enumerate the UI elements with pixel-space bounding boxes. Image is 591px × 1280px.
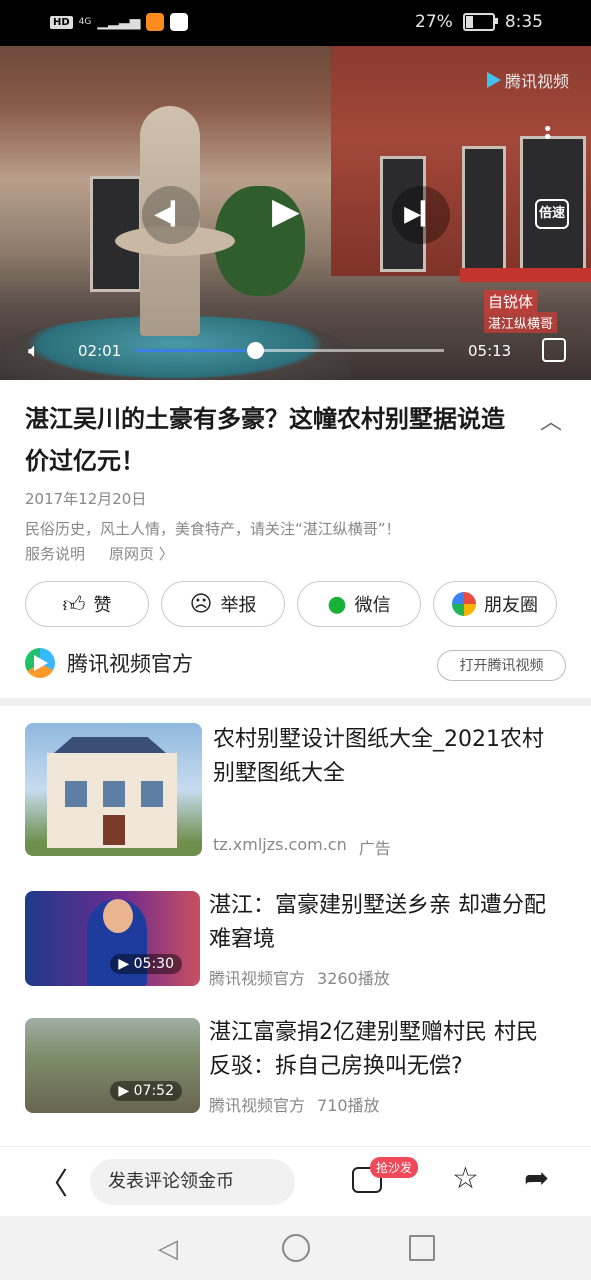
thumbs-up-icon: 👍︎ — [62, 592, 86, 618]
feed-item-title: 湛江富豪捐2亿建别墅赠村民 村民反驳：拆自己房换叫无偿? — [209, 1020, 538, 1079]
thumbnail-window — [141, 781, 163, 807]
info-links: 服务说明 原网页 〉 — [25, 543, 174, 564]
video-duration: ▶ 07:52 — [110, 1081, 182, 1101]
open-app-button[interactable]: 打开腾讯视频 — [437, 650, 566, 681]
fullscreen-icon[interactable] — [542, 338, 566, 362]
publish-date: 2017年12月20日 — [25, 490, 147, 508]
like-button[interactable]: 👍︎ 赞 — [25, 581, 149, 627]
wechat-share-button[interactable]: ● 微信 — [297, 581, 421, 627]
tencent-video-logo-icon — [25, 648, 55, 678]
feed-item-meta: tz.xmljzs.com.cn 广告 — [213, 835, 391, 859]
source-page-link[interactable]: 原网页 〉 — [109, 543, 174, 564]
current-time: 02:01 — [78, 342, 122, 360]
play-icon[interactable]: ▶ — [272, 191, 300, 232]
share-icon[interactable]: ➦ — [524, 1161, 549, 1196]
status-bar: HD 4G ▁▂▃▅ 27% 8:35 — [0, 0, 591, 46]
feed-item-video[interactable]: ▶ 05:30 湛江：富豪建别墅送乡亲 却遭分配难窘境 腾讯视频官方 3260播… — [25, 891, 566, 991]
like-label: 赞 — [93, 595, 112, 616]
video-logo: 腾讯视频 — [486, 68, 569, 92]
video-frame-carpet — [460, 268, 591, 282]
sofa-badge: 抢沙发 — [370, 1157, 419, 1178]
section-divider — [0, 698, 591, 706]
volume-icon[interactable]: 🔈︎ — [28, 338, 40, 362]
feed-item-plays: 3260播放 — [317, 969, 390, 988]
service-link[interactable]: 服务说明 — [25, 543, 85, 564]
nav-back-icon[interactable]: ◁ — [158, 1234, 178, 1264]
chevron-up-icon[interactable]: ︿ — [540, 404, 562, 436]
report-button[interactable]: ☹ 举报 — [161, 581, 285, 627]
bottom-toolbar: 〈 发表评论领金币 抢沙发 ☆ ➦ — [0, 1146, 591, 1217]
feed-item-source: 腾讯视频官方 — [209, 969, 306, 988]
report-label: 举报 — [220, 595, 257, 616]
channel-name: 腾讯视频官方 — [67, 652, 193, 676]
playback-speed-button[interactable]: 倍速 — [535, 199, 569, 229]
video-frame-door — [462, 146, 506, 272]
feed-item-source: 腾讯视频官方 — [209, 1096, 306, 1115]
feed-item-plays: 710播放 — [317, 1096, 380, 1115]
moments-label: 朋友圈 — [484, 595, 538, 616]
hd-indicator: HD — [50, 15, 73, 29]
thumbnail-window — [103, 781, 125, 807]
clock: 8:35 — [504, 12, 543, 32]
video-watermark: 自锐体 — [484, 290, 538, 313]
video-duration: ▶ 05:30 — [110, 954, 182, 974]
ad-tag: 广告 — [358, 839, 391, 858]
signal-indicator: 4G — [78, 16, 92, 27]
video-thumbnail: ▶ 05:30 — [25, 891, 200, 986]
total-time: 05:13 — [468, 342, 512, 360]
more-options-icon[interactable]: • • — [542, 121, 553, 147]
duration-text: 05:30 — [133, 956, 174, 972]
video-description: 民俗历史，风土人情，美食特产，请关注“湛江纵横哥”！ — [25, 520, 401, 538]
progress-fill — [136, 349, 256, 352]
ad-thumbnail — [25, 723, 202, 856]
comment-input[interactable]: 发表评论领金币 — [90, 1159, 295, 1205]
rewind-icon[interactable]: ◀▎ — [142, 186, 200, 244]
feed-item-title: 农村别墅设计图纸大全_2021农村别墅图纸大全 — [213, 727, 544, 786]
thumbnail-door — [103, 815, 125, 845]
battery-percent: 27% — [415, 12, 453, 32]
wechat-icon: ● — [327, 591, 347, 617]
video-watermark-channel: 湛江纵横哥 — [484, 312, 558, 333]
moments-share-button[interactable]: 朋友圈 — [433, 581, 557, 627]
video-title: 湛江吴川的土豪有多豪？这幢农村别墅据说造价过亿元！ — [25, 405, 505, 475]
report-icon: ☹ — [189, 591, 213, 617]
app-notification-icon-2 — [170, 13, 189, 31]
feed-item-ad[interactable]: 农村别墅设计图纸大全_2021农村别墅图纸大全 tz.xmljzs.com.cn… — [25, 723, 566, 858]
thumbnail-window — [65, 781, 87, 807]
signal-bars-icon: ▁▂▃▅ — [97, 14, 141, 30]
ad-domain: tz.xmljzs.com.cn — [213, 835, 347, 854]
next-video-icon[interactable]: ▶▎ — [392, 186, 450, 244]
video-player[interactable]: 腾讯视频 • • ◀▎ ▶ ▶▎ 倍速 自锐体 湛江纵横哥 🔈︎ 02:01 05… — [0, 46, 591, 380]
channel-row[interactable]: 腾讯视频官方 — [25, 648, 193, 678]
action-buttons: 👍︎ 赞 ☹ 举报 ● 微信 朋友圈 — [25, 581, 557, 627]
progress-bar[interactable] — [136, 342, 444, 359]
back-icon[interactable]: 〈 — [38, 1159, 68, 1203]
tencent-video-icon — [486, 72, 501, 88]
system-nav-bar: ◁ — [0, 1216, 591, 1280]
nav-recents-icon[interactable] — [409, 1235, 435, 1261]
battery-icon — [462, 13, 498, 31]
wechat-label: 微信 — [354, 595, 391, 616]
thumbnail-presenter-face — [103, 899, 133, 933]
feed-item-meta: 腾讯视频官方 710播放 — [209, 1092, 380, 1116]
video-thumbnail: ▶ 07:52 — [25, 1018, 200, 1113]
video-logo-text: 腾讯视频 — [504, 72, 569, 91]
feed-item-meta: 腾讯视频官方 3260播放 — [209, 965, 390, 989]
feed-item-title: 湛江：富豪建别墅送乡亲 却遭分配难窘境 — [209, 893, 546, 952]
moments-icon — [452, 592, 476, 616]
feed-item-video[interactable]: ▶ 07:52 湛江富豪捐2亿建别墅赠村民 村民反驳：拆自己房换叫无偿? 腾讯视… — [25, 1018, 566, 1118]
nav-home-icon[interactable] — [282, 1234, 310, 1262]
duration-text: 07:52 — [133, 1083, 174, 1099]
app-notification-icon — [146, 13, 165, 31]
favorite-star-icon[interactable]: ☆ — [452, 1161, 479, 1196]
